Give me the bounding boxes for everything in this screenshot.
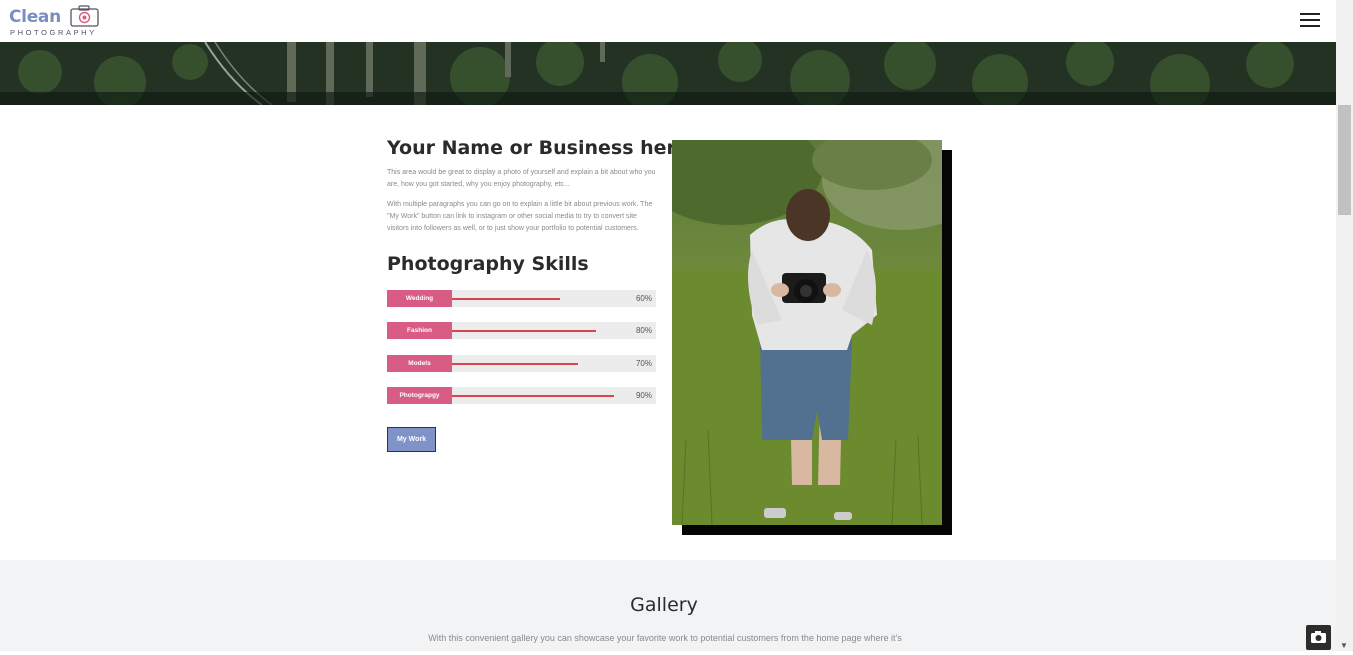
skill-fill xyxy=(452,330,596,332)
skill-label: Models xyxy=(387,355,452,372)
about-paragraph-2: With multiple paragraphs you can go on t… xyxy=(387,201,653,232)
hamburger-menu-icon[interactable] xyxy=(1300,12,1322,28)
hero-image xyxy=(0,42,1336,105)
logo-camera-icon xyxy=(70,5,99,27)
skill-label: Photograpgy xyxy=(387,387,452,404)
gallery-title: Gallery xyxy=(630,594,698,616)
skill-fill xyxy=(452,298,560,300)
site-header: Clean PHOTOGRAPHY xyxy=(0,0,1336,42)
skill-label: Wedding xyxy=(387,290,452,307)
skill-bar-models: Models 70% xyxy=(387,355,656,372)
about-paragraph-1: This area would be great to display a ph… xyxy=(387,169,656,188)
skill-percent: 70% xyxy=(635,359,652,368)
logo-wordmark: Clean xyxy=(9,7,61,27)
skill-label: Fashion xyxy=(387,322,452,339)
gallery-description: With this convenient gallery you can sho… xyxy=(428,633,902,643)
about-title: Your Name or Business here xyxy=(387,137,689,159)
hero-forest-bridge-image xyxy=(0,42,1336,105)
skill-bar-fashion: Fashion 80% xyxy=(387,322,656,339)
camera-icon[interactable] xyxy=(1306,625,1331,650)
scroll-down-arrow-icon[interactable]: ▼ xyxy=(1340,641,1348,650)
skill-percent: 80% xyxy=(635,326,652,335)
skill-percent: 90% xyxy=(635,391,652,400)
my-work-button[interactable]: My Work xyxy=(387,427,436,452)
skill-percent: 60% xyxy=(635,294,652,303)
skill-bar-photography: Photograpgy 90% xyxy=(387,387,656,404)
scrollbar-thumb[interactable] xyxy=(1338,105,1351,215)
logo-subtitle: PHOTOGRAPHY xyxy=(10,28,97,37)
skill-fill xyxy=(452,395,614,397)
skill-bar-wedding: Wedding 60% xyxy=(387,290,656,307)
photographer-photo xyxy=(672,140,942,525)
skills-title: Photography Skills xyxy=(387,253,589,275)
skill-fill xyxy=(452,363,578,365)
page-scrollbar[interactable]: ▼ xyxy=(1336,0,1353,651)
site-logo[interactable]: Clean PHOTOGRAPHY xyxy=(9,5,104,37)
gallery-section: Gallery With this convenient gallery you… xyxy=(0,560,1336,651)
